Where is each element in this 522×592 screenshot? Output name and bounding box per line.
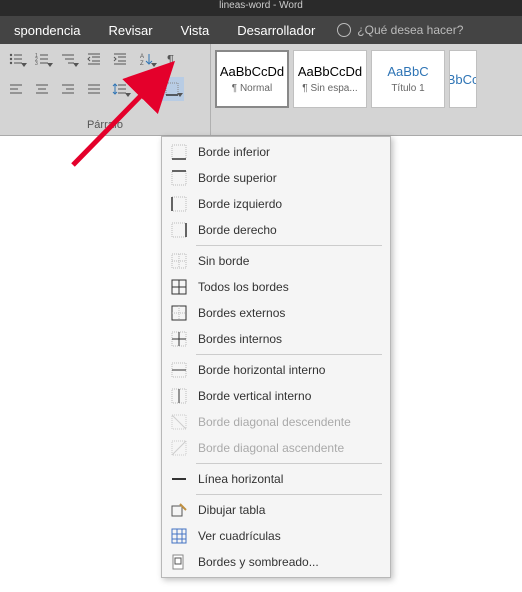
sort-icon: AZ [138,51,154,67]
menu-borde-diagonal-asc: Borde diagonal ascendente [162,435,390,461]
bullet-list-icon [8,51,24,67]
style-sin-espaciado[interactable]: AaBbCcDd ¶ Sin espa... [293,50,367,108]
menu-separator [196,245,382,246]
ribbon-tabs: spondencia Revisar Vista Desarrollador ¿… [0,16,522,44]
inside-vertical-icon [170,387,188,405]
paint-bucket-icon [138,81,154,97]
borders-shading-icon [170,553,188,571]
border-right-icon [170,221,188,239]
pilcrow-icon: ¶ [164,51,180,67]
line-spacing-button[interactable] [108,77,132,101]
tell-me-text: ¿Qué desea hacer? [357,23,463,37]
line-spacing-icon [112,81,128,97]
borders-icon [164,81,180,97]
show-marks-button[interactable]: ¶ [160,47,184,71]
menu-bordes-externos[interactable]: Bordes externos [162,300,390,326]
align-center-icon [34,81,50,97]
title-text: lineas-word - Word [219,0,303,11]
decrease-indent-icon [86,51,102,67]
menu-borde-izquierdo[interactable]: Borde izquierdo [162,191,390,217]
no-border-icon [170,252,188,270]
justify-button[interactable] [82,77,106,101]
tab-revisar[interactable]: Revisar [95,16,167,44]
border-left-icon [170,195,188,213]
all-borders-icon [170,278,188,296]
svg-text:A: A [140,54,144,60]
menu-separator [196,494,382,495]
draw-table-icon [170,501,188,519]
sort-button[interactable]: AZ [134,47,158,71]
style-name: Título 1 [391,83,424,94]
shading-button[interactable] [134,77,158,101]
border-top-icon [170,169,188,187]
align-center-button[interactable] [30,77,54,101]
horizontal-line-icon [170,470,188,488]
menu-dibujar-tabla[interactable]: Dibujar tabla [162,497,390,523]
menu-borde-vertical-interno[interactable]: Borde vertical interno [162,383,390,409]
bullet-list-button[interactable] [4,47,28,71]
tell-me-search[interactable]: ¿Qué desea hacer? [337,23,463,37]
svg-text:¶: ¶ [167,52,174,67]
menu-separator [196,463,382,464]
tab-vista[interactable]: Vista [167,16,224,44]
paragraph-group: 123 AZ ¶ Párrafo [0,44,211,135]
increase-indent-icon [112,51,128,67]
outside-borders-icon [170,304,188,322]
title-bar: lineas-word - Word [0,0,522,16]
increase-indent-button[interactable] [108,47,132,71]
style-name: ¶ Sin espa... [302,83,357,94]
style-name: ¶ Normal [232,83,272,94]
styles-gallery: AaBbCcDd ¶ Normal AaBbCcDd ¶ Sin espa...… [211,44,481,135]
inside-horizontal-icon [170,361,188,379]
gridlines-icon [170,527,188,545]
align-right-icon [60,81,76,97]
border-bottom-icon [170,143,188,161]
decrease-indent-button[interactable] [82,47,106,71]
menu-borde-diagonal-desc: Borde diagonal descendente [162,409,390,435]
align-right-button[interactable] [56,77,80,101]
menu-borde-inferior[interactable]: Borde inferior [162,139,390,165]
align-left-icon [8,81,24,97]
menu-borde-derecho[interactable]: Borde derecho [162,217,390,243]
menu-bordes-sombreado[interactable]: Bordes y sombreado... [162,549,390,575]
tab-desarrollador[interactable]: Desarrollador [223,16,329,44]
ribbon: 123 AZ ¶ Párrafo AaBbCcDd ¶ Normal AaBbC… [0,44,522,136]
style-titulo1[interactable]: AaBbC Título 1 [371,50,445,108]
svg-text:3: 3 [35,61,38,67]
menu-bordes-internos[interactable]: Bordes internos [162,326,390,352]
style-sample: AaBbCcDd [298,64,362,79]
inside-borders-icon [170,330,188,348]
style-titulo2[interactable]: AaBbCcDd [449,50,477,108]
borders-menu: Borde inferior Borde superior Borde izqu… [161,136,391,578]
menu-borde-horizontal-interno[interactable]: Borde horizontal interno [162,357,390,383]
menu-ver-cuadriculas[interactable]: Ver cuadrículas [162,523,390,549]
style-sample: AaBbCcDd [220,64,284,79]
menu-separator [196,354,382,355]
diagonal-down-icon [170,413,188,431]
multilevel-list-button[interactable] [56,47,80,71]
tab-correspondencia[interactable]: spondencia [0,16,95,44]
menu-linea-horizontal[interactable]: Línea horizontal [162,466,390,492]
justify-icon [86,81,102,97]
svg-text:Z: Z [140,61,144,67]
paragraph-group-label: Párrafo [0,119,210,135]
number-list-button[interactable]: 123 [30,47,54,71]
style-sample: AaBbC [387,64,428,79]
number-list-icon: 123 [34,51,50,67]
align-left-button[interactable] [4,77,28,101]
multilevel-list-icon [60,51,76,67]
style-normal[interactable]: AaBbCcDd ¶ Normal [215,50,289,108]
diagonal-up-icon [170,439,188,457]
menu-sin-borde[interactable]: Sin borde [162,248,390,274]
style-sample: AaBbCcDd [449,72,477,87]
menu-borde-superior[interactable]: Borde superior [162,165,390,191]
menu-todos-bordes[interactable]: Todos los bordes [162,274,390,300]
lightbulb-icon [337,23,351,37]
borders-button[interactable] [160,77,184,101]
